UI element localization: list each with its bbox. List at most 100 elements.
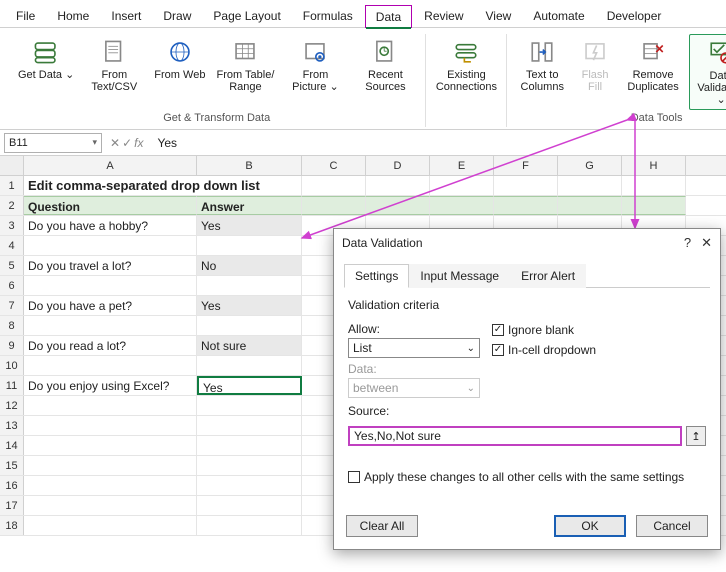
cell[interactable]: [197, 276, 302, 295]
cell[interactable]: [302, 196, 366, 215]
cancel-button[interactable]: Cancel: [636, 515, 708, 537]
cell[interactable]: [24, 276, 197, 295]
cell[interactable]: [197, 416, 302, 435]
close-icon[interactable]: ✕: [701, 235, 712, 251]
cell[interactable]: Yes: [197, 296, 302, 315]
cell[interactable]: [24, 436, 197, 455]
cell[interactable]: [558, 176, 622, 195]
cell[interactable]: Question: [24, 196, 197, 215]
row-header[interactable]: 13: [0, 416, 24, 435]
column-header[interactable]: G: [558, 156, 622, 175]
column-header[interactable]: A: [24, 156, 197, 175]
cell[interactable]: [197, 476, 302, 495]
dialog-tab-error-alert[interactable]: Error Alert: [510, 264, 586, 288]
row-header[interactable]: 16: [0, 476, 24, 495]
existing-connections-button[interactable]: Existing Connections: [432, 34, 500, 110]
recent-sources-button[interactable]: Recent Sources: [351, 34, 419, 110]
row-header[interactable]: 10: [0, 356, 24, 375]
tab-formulas[interactable]: Formulas: [293, 5, 363, 27]
cell[interactable]: Yes: [197, 216, 302, 235]
column-header[interactable]: C: [302, 156, 366, 175]
from-text-csv-button[interactable]: From Text/CSV: [80, 34, 148, 110]
from-table-range-button[interactable]: From Table/ Range: [211, 34, 279, 110]
tab-review[interactable]: Review: [414, 5, 473, 27]
get-data-button[interactable]: Get Data ⌄: [14, 34, 78, 110]
incell-dropdown-checkbox[interactable]: ✓In-cell dropdown: [492, 343, 596, 357]
cell[interactable]: Answer: [197, 196, 302, 215]
cell[interactable]: [197, 356, 302, 375]
from-picture-button[interactable]: From Picture ⌄: [281, 34, 349, 110]
cell[interactable]: [24, 236, 197, 255]
tab-draw[interactable]: Draw: [153, 5, 201, 27]
row-header[interactable]: 18: [0, 516, 24, 535]
row-header[interactable]: 5: [0, 256, 24, 275]
from-web-button[interactable]: From Web: [150, 34, 209, 110]
row-header[interactable]: 9: [0, 336, 24, 355]
cell[interactable]: [197, 316, 302, 335]
select-all-corner[interactable]: [0, 156, 24, 175]
cell[interactable]: [494, 176, 558, 195]
column-header[interactable]: B: [197, 156, 302, 175]
cell[interactable]: Do you have a hobby?: [24, 216, 197, 235]
cell[interactable]: [622, 176, 686, 195]
row-header[interactable]: 12: [0, 396, 24, 415]
dialog-tab-input-message[interactable]: Input Message: [409, 264, 510, 288]
column-header[interactable]: D: [366, 156, 430, 175]
apply-all-checkbox[interactable]: Apply these changes to all other cells w…: [348, 470, 706, 484]
column-header[interactable]: E: [430, 156, 494, 175]
cancel-formula-icon[interactable]: ✕: [110, 136, 120, 150]
cell[interactable]: [197, 236, 302, 255]
cell[interactable]: Not sure: [197, 336, 302, 355]
source-input[interactable]: Yes,No,Not sure: [348, 426, 682, 446]
cell[interactable]: [366, 176, 430, 195]
cell[interactable]: [197, 496, 302, 515]
formula-input[interactable]: Yes: [151, 133, 722, 153]
allow-select[interactable]: List ⌄: [348, 338, 480, 358]
cell[interactable]: [24, 516, 197, 535]
row-header[interactable]: 11: [0, 376, 24, 395]
remove-duplicates-button[interactable]: Remove Duplicates: [619, 34, 687, 110]
cell[interactable]: Do you enjoy using Excel?: [24, 376, 197, 395]
cell[interactable]: [430, 176, 494, 195]
row-header[interactable]: 6: [0, 276, 24, 295]
dropdown-handle[interactable]: ▼: [301, 378, 302, 393]
column-header[interactable]: H: [622, 156, 686, 175]
cell[interactable]: [24, 476, 197, 495]
ignore-blank-checkbox[interactable]: ✓Ignore blank: [492, 323, 596, 337]
row-header[interactable]: 1: [0, 176, 24, 195]
row-header[interactable]: 4: [0, 236, 24, 255]
cell[interactable]: [24, 396, 197, 415]
cell[interactable]: Do you read a lot?: [24, 336, 197, 355]
text-to-columns-button[interactable]: Text to Columns: [513, 34, 571, 110]
dialog-tab-settings[interactable]: Settings: [344, 264, 409, 288]
cell[interactable]: [24, 356, 197, 375]
row-header[interactable]: 14: [0, 436, 24, 455]
column-header[interactable]: F: [494, 156, 558, 175]
cell[interactable]: [558, 196, 622, 215]
cell[interactable]: Do you have a pet?: [24, 296, 197, 315]
row-header[interactable]: 17: [0, 496, 24, 515]
row-header[interactable]: 8: [0, 316, 24, 335]
cell[interactable]: [24, 456, 197, 475]
cell[interactable]: [430, 196, 494, 215]
tab-developer[interactable]: Developer: [597, 5, 672, 27]
cell[interactable]: [622, 196, 686, 215]
cell[interactable]: [24, 496, 197, 515]
tab-view[interactable]: View: [476, 5, 522, 27]
cell[interactable]: [494, 196, 558, 215]
row-header[interactable]: 7: [0, 296, 24, 315]
cell[interactable]: [366, 196, 430, 215]
accept-formula-icon[interactable]: ✓: [122, 136, 132, 150]
cell[interactable]: [24, 316, 197, 335]
tab-home[interactable]: Home: [47, 5, 99, 27]
cell[interactable]: [197, 456, 302, 475]
cell[interactable]: [302, 176, 366, 195]
fx-icon[interactable]: fx: [134, 136, 143, 150]
cell[interactable]: No: [197, 256, 302, 275]
cell[interactable]: Edit comma-separated drop down list: [24, 176, 302, 195]
tab-insert[interactable]: Insert: [101, 5, 151, 27]
row-header[interactable]: 3: [0, 216, 24, 235]
tab-page-layout[interactable]: Page Layout: [203, 5, 290, 27]
data-validation-button[interactable]: Data Validation ⌄: [689, 34, 726, 110]
help-button[interactable]: ?: [684, 235, 691, 251]
